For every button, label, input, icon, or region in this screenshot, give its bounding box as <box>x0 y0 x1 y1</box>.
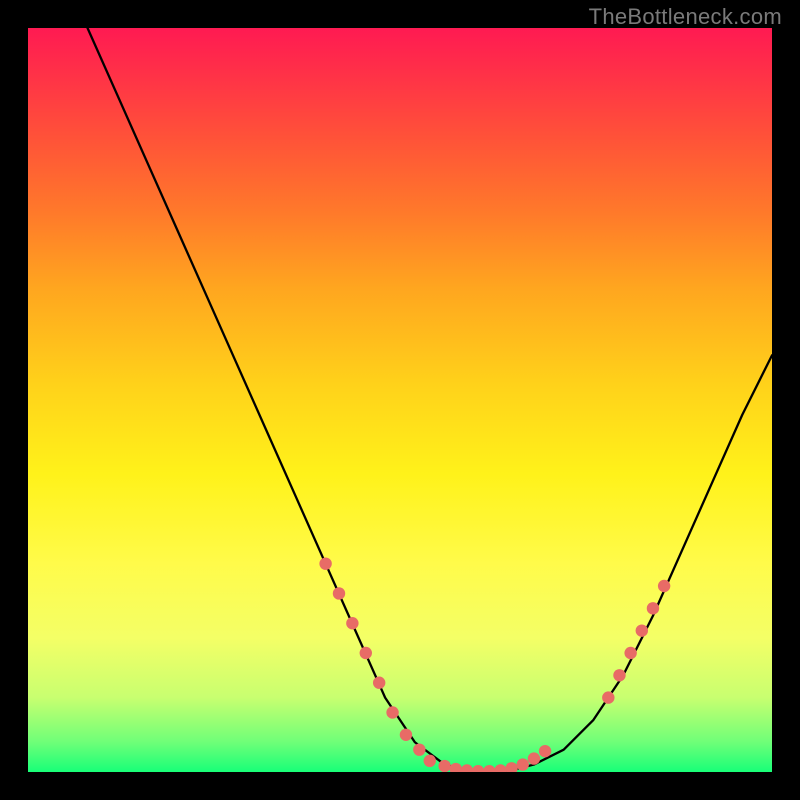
fit-marker <box>636 624 648 636</box>
fit-marker <box>613 669 625 681</box>
fit-marker <box>319 557 331 569</box>
fit-marker <box>528 752 540 764</box>
fit-marker <box>494 764 506 772</box>
fit-marker <box>483 765 495 772</box>
fit-marker <box>658 580 670 592</box>
fit-marker <box>386 706 398 718</box>
fit-marker <box>472 765 484 772</box>
fit-marker <box>438 760 450 772</box>
fit-marker <box>461 764 473 772</box>
fit-marker <box>333 587 345 599</box>
fit-marker <box>373 677 385 689</box>
curve-svg <box>28 28 772 772</box>
fit-marker <box>360 647 372 659</box>
fit-marker <box>539 745 551 757</box>
main-curve-line <box>88 28 772 772</box>
fit-marker <box>505 762 517 772</box>
fit-marker <box>624 647 636 659</box>
fit-marker <box>647 602 659 614</box>
fit-marker <box>413 743 425 755</box>
fit-marker <box>450 763 462 772</box>
fit-marker <box>517 758 529 770</box>
fit-marker <box>424 755 436 767</box>
fit-marker <box>602 691 614 703</box>
watermark-text: TheBottleneck.com <box>589 4 782 30</box>
fit-marker <box>400 729 412 741</box>
plot-area <box>28 28 772 772</box>
chart-frame: TheBottleneck.com <box>0 0 800 800</box>
fit-markers-bottom-group <box>424 745 552 772</box>
fit-marker <box>346 617 358 629</box>
